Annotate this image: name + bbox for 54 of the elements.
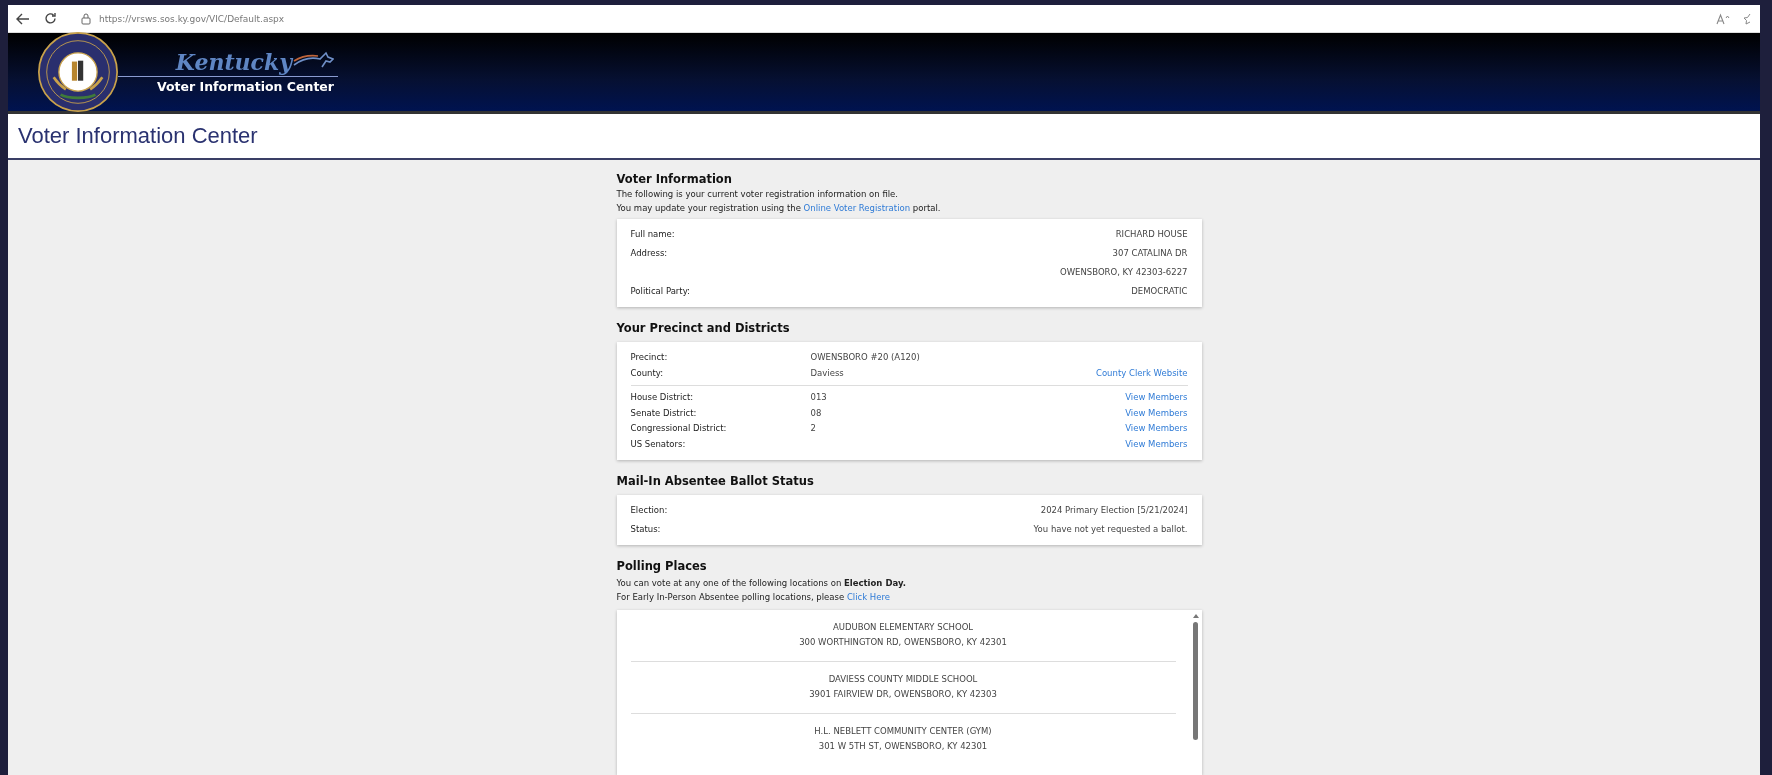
field-value: RICHARD HOUSE — [1115, 228, 1188, 241]
field-label: Status: — [630, 523, 661, 536]
registration-link[interactable]: Online Voter Registration — [803, 203, 911, 213]
field-label: Full name: — [630, 228, 675, 241]
place-address: 300 WORTHINGTON RD, OWENSBORO, KY 42301 — [798, 636, 1008, 649]
field-value: DEMOCRATIC — [1131, 285, 1188, 298]
field-label: US Senators: — [630, 437, 687, 451]
section-heading: Voter Information — [616, 172, 733, 186]
field-label: House District: — [630, 391, 695, 404]
section-heading: Polling Places — [616, 559, 708, 573]
early-voting-text: For Early In-Person Absentee polling locations, please Click Here — [616, 592, 892, 602]
members-link[interactable]: View Members — [1125, 405, 1188, 421]
members-link[interactable]: View Members — [1125, 421, 1188, 437]
field-value: OWENSBORO, KY 42303-6227 — [1060, 266, 1188, 279]
members-link[interactable]: View Members — [1125, 436, 1188, 452]
field-value: 307 CATALINA DR — [1112, 247, 1188, 260]
field-value: 08 — [810, 406, 823, 420]
place-address: 301 W 5TH ST, OWENSBORO, KY 42301 — [817, 740, 989, 753]
members-link[interactable]: View Members — [1125, 390, 1188, 406]
field-label: Precinct: — [630, 351, 669, 364]
place-name: DAVIESS COUNTY MIDDLE SCHOOL — [827, 673, 979, 686]
field-value: Daviess — [810, 366, 845, 380]
field-label: Address: — [630, 247, 668, 260]
field-value: OWENSBORO #20 (A120) — [810, 351, 921, 364]
field-value: 2024 Primary Election [5/21/2024] — [1040, 504, 1188, 517]
scroll-thumb[interactable] — [1193, 622, 1198, 740]
field-value: You have not yet requested a ballot. — [1033, 523, 1188, 536]
field-label: Political Party: — [630, 285, 690, 298]
place-address: 3901 FAIRVIEW DR, OWENSBORO, KY 42303 — [808, 688, 998, 701]
click-here-link[interactable]: Click Here — [846, 592, 891, 602]
field-label: Senate District: — [630, 406, 698, 420]
intro-text: The following is your current voter registration information on file. — [616, 189, 900, 199]
place-name: H.L. NEBLETT COMMUNITY CENTER (GYM) — [813, 725, 993, 738]
read-aloud-icon[interactable] — [1716, 12, 1730, 25]
field-value: 013 — [810, 391, 828, 404]
scroll-up-icon[interactable] — [1192, 614, 1199, 618]
kentucky-wordmark: Kentucky — [175, 50, 292, 73]
section-heading: Mail-In Absentee Ballot Status — [616, 474, 815, 488]
address-bar[interactable]: https://vrsws.sos.ky.gov/VIC/Default.aspx — [71, 12, 295, 25]
back-icon[interactable] — [16, 12, 30, 25]
reload-icon[interactable] — [44, 12, 57, 25]
logo-subtitle: Voter Information Center — [157, 78, 335, 94]
page-title: Voter Information Center — [18, 123, 258, 149]
place-name: AUDUBON ELEMENTARY SCHOOL — [831, 621, 975, 634]
field-label: Congressional District: — [630, 422, 728, 435]
members-link[interactable]: County Clerk Website — [1096, 365, 1188, 381]
update-text: You may update your registration using the Online Voter Registration portal. — [616, 203, 942, 213]
field-label: Election: — [630, 504, 668, 517]
polling-intro: You can vote at any one of the following locations on Election Day. — [616, 578, 907, 588]
section-heading: Your Precinct and Districts — [616, 321, 791, 335]
url-text: https://vrsws.sos.ky.gov/VIC/Default.aspx — [99, 13, 285, 24]
lock-icon — [81, 12, 91, 25]
field-label: County: — [630, 366, 665, 380]
field-value: 2 — [810, 422, 817, 435]
